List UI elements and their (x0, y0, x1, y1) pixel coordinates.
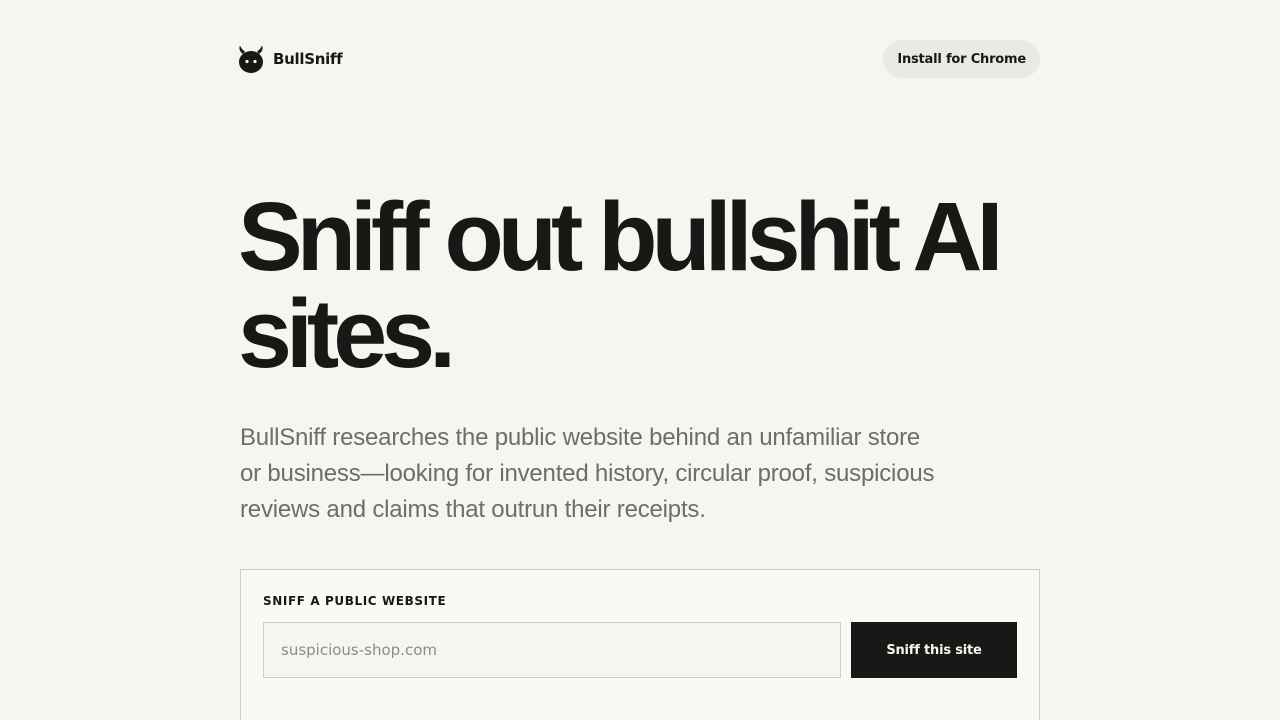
top-nav: BullSniff Install for Chrome (237, 40, 1040, 78)
hero-title-line-1: Sniff out bullshit AI (238, 182, 1003, 291)
sniff-form-card: SNIFF A PUBLIC WEBSITE Sniff this site (240, 569, 1040, 720)
landing-page: BullSniff Install for Chrome Sniff out b… (0, 0, 1280, 720)
install-chrome-button[interactable]: Install for Chrome (883, 40, 1040, 78)
sniff-site-button[interactable]: Sniff this site (851, 622, 1017, 678)
brand-name: BullSniff (273, 50, 343, 68)
hero-description: BullSniff researches the public website … (240, 424, 935, 523)
brand-link[interactable]: BullSniff (237, 44, 343, 74)
website-url-input[interactable] (263, 622, 841, 678)
hero-title: Sniff out bullshit AI sites. (238, 188, 1058, 382)
bull-head-icon (239, 45, 263, 73)
hero-title-line-2: sites. (238, 279, 456, 388)
sniff-form-label: SNIFF A PUBLIC WEBSITE (263, 594, 447, 608)
